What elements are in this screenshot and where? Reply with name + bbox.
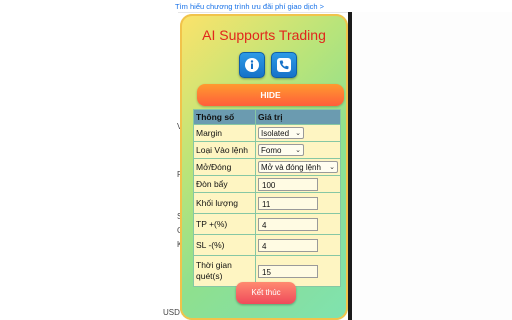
scan-time-input[interactable]: 15	[258, 264, 318, 278]
table-row: TP +(%) 4	[193, 213, 341, 235]
take-profit-label: TP +(%)	[193, 213, 256, 235]
margin-select-value: Isolated	[261, 128, 290, 138]
volume-label: Khối lượng	[193, 192, 256, 214]
ai-trading-panel: AI Supports Trading HIDE Thông số Giá tr…	[180, 14, 348, 320]
table-header-row: Thông số Giá trị	[193, 109, 341, 125]
header-parameter: Thông số	[193, 109, 256, 125]
chevron-down-icon: ⌄	[295, 130, 301, 137]
margin-cell: Isolated ⌄	[255, 124, 341, 142]
chevron-down-icon: ⌄	[329, 164, 335, 171]
leverage-input[interactable]: 100	[258, 177, 318, 191]
hide-button[interactable]: HIDE	[197, 84, 344, 106]
end-button[interactable]: Kết thúc	[236, 282, 296, 304]
stop-loss-cell: 4	[255, 234, 341, 256]
order-type-select[interactable]: Fomo ⌄	[258, 144, 304, 156]
volume-input[interactable]: 11	[258, 196, 318, 210]
phone-icon	[277, 58, 291, 72]
leverage-label: Đòn bẩy	[193, 175, 256, 193]
order-type-select-value: Fomo	[261, 145, 282, 155]
open-close-select-value: Mở và đóng lệnh	[261, 162, 321, 172]
table-row: SL -(%) 4	[193, 234, 341, 256]
background-right-pane	[352, 12, 512, 320]
promo-link[interactable]: Tìm hiểu chương trình ưu đãi phí giao dị…	[175, 2, 324, 11]
stop-loss-input[interactable]: 4	[258, 238, 318, 252]
table-row: Đòn bẩy 100	[193, 175, 341, 193]
panel-title: AI Supports Trading	[202, 27, 326, 43]
background-left-pane: V P S G K USDT	[0, 12, 185, 320]
parameter-table: Thông số Giá trị Margin Isolated ⌄ Loại …	[193, 109, 341, 287]
info-button[interactable]	[239, 52, 265, 78]
open-close-cell: Mở và đóng lệnh ⌄	[255, 158, 341, 176]
stop-loss-label: SL -(%)	[193, 234, 256, 256]
table-row: Loại Vào lệnh Fomo ⌄	[193, 141, 341, 159]
take-profit-cell: 4	[255, 213, 341, 235]
take-profit-input[interactable]: 4	[258, 217, 318, 231]
table-row: Margin Isolated ⌄	[193, 124, 341, 142]
margin-select[interactable]: Isolated ⌄	[258, 127, 304, 139]
leverage-cell: 100	[255, 175, 341, 193]
volume-cell: 11	[255, 192, 341, 214]
header-value: Giá trị	[255, 109, 341, 125]
order-type-label: Loại Vào lệnh	[193, 141, 256, 159]
info-icon	[245, 58, 259, 72]
open-close-label: Mở/Đóng	[193, 158, 256, 176]
phone-button[interactable]	[271, 52, 297, 78]
open-close-select[interactable]: Mở và đóng lệnh ⌄	[258, 161, 338, 173]
table-row: Mở/Đóng Mở và đóng lệnh ⌄	[193, 158, 341, 176]
margin-label: Margin	[193, 124, 256, 142]
chevron-down-icon: ⌄	[295, 147, 301, 154]
table-row: Khối lượng 11	[193, 192, 341, 214]
order-type-cell: Fomo ⌄	[255, 141, 341, 159]
